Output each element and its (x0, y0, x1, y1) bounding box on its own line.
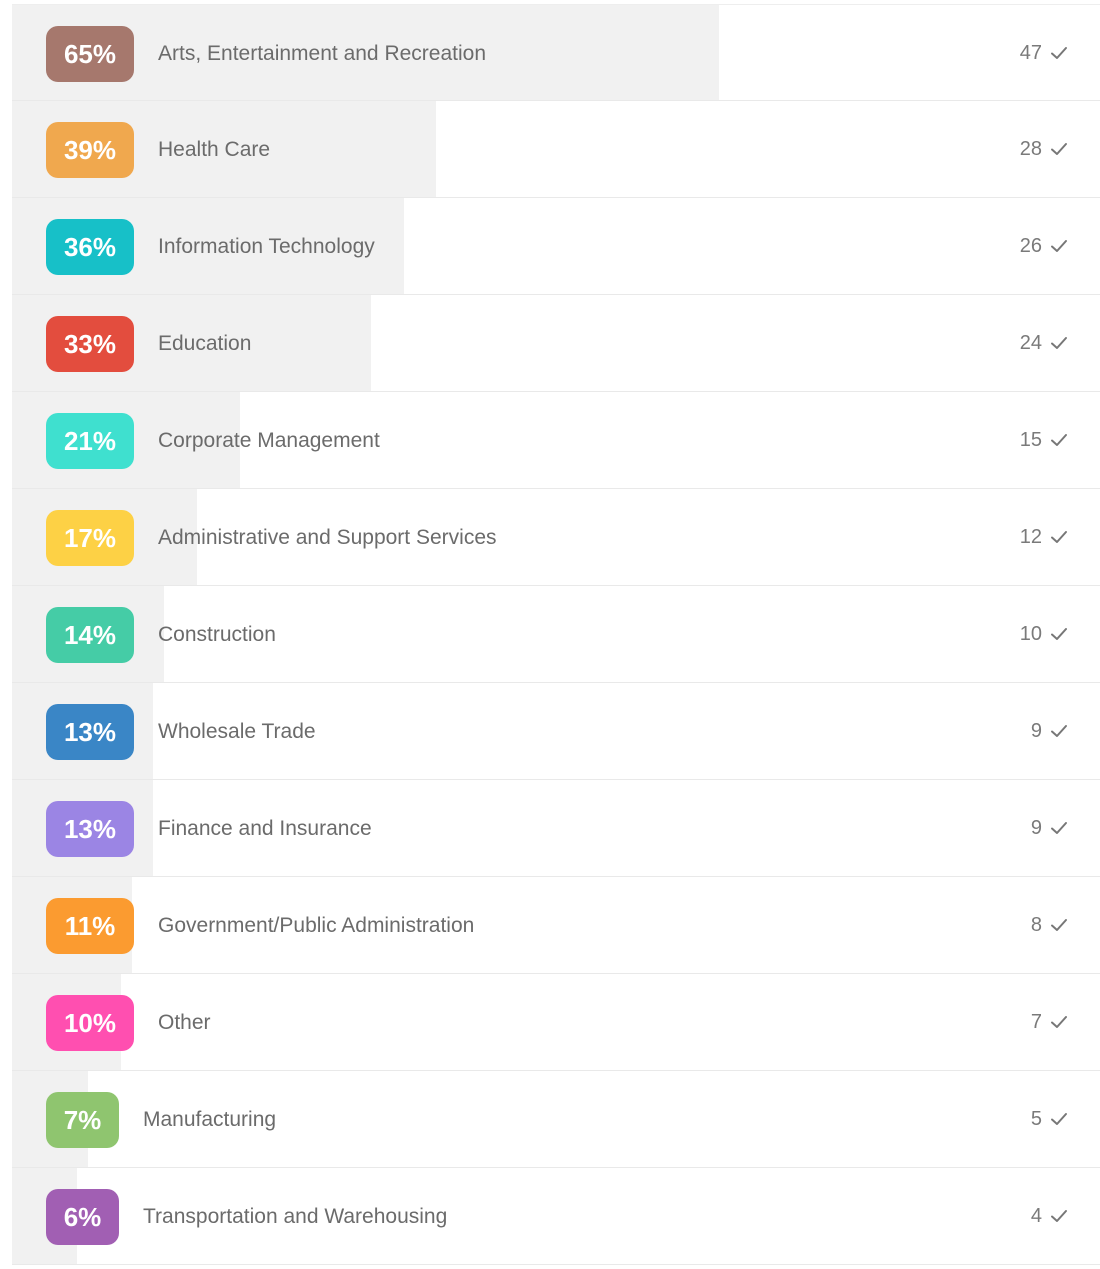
category-label: Transportation and Warehousing (143, 1205, 448, 1228)
count-label: 4 (1030, 1205, 1042, 1227)
bar-row: 6% Transportation and Warehousing 4 (12, 1168, 1100, 1265)
check-icon (1051, 725, 1067, 737)
check-icon (1051, 337, 1067, 349)
count-label: 12 (1019, 526, 1042, 548)
check-icon (1051, 143, 1067, 155)
category-label: Wholesale Trade (158, 720, 316, 743)
percent-badge: 14% (46, 607, 134, 663)
percent-badge: 13% (46, 801, 134, 857)
percent-badge: 11% (46, 898, 134, 954)
count-label: 15 (1019, 429, 1042, 451)
bar-row: 14% Construction 10 (12, 586, 1100, 683)
category-label: Construction (158, 623, 276, 646)
count-label: 10 (1019, 623, 1042, 645)
category-label: Education (158, 332, 252, 355)
bar-row: 10% Other 7 (12, 974, 1100, 1071)
percent-badge: 33% (46, 316, 134, 372)
percent-badge: 6% (46, 1189, 119, 1245)
check-icon (1051, 47, 1067, 59)
check-icon (1051, 822, 1067, 834)
check-icon (1051, 1016, 1067, 1028)
check-icon (1051, 628, 1067, 640)
count-label: 9 (1030, 817, 1042, 839)
bar-row: 36% Information Technology 26 (12, 198, 1100, 295)
count-label: 24 (1019, 332, 1042, 354)
percent-badge: 10% (46, 995, 134, 1051)
category-label: Information Technology (158, 235, 375, 258)
bar-row: 17% Administrative and Support Services 12 (12, 489, 1100, 586)
check-icon (1051, 919, 1067, 931)
percent-badge: 7% (46, 1092, 119, 1148)
count-label: 7 (1030, 1011, 1042, 1033)
percent-badge: 17% (46, 510, 134, 566)
check-icon (1051, 434, 1067, 446)
bar-row: 13% Wholesale Trade 9 (12, 683, 1100, 780)
percent-badge: 13% (46, 704, 134, 760)
count-label: 28 (1019, 138, 1042, 160)
count-label: 26 (1019, 235, 1042, 257)
check-icon (1051, 240, 1067, 252)
category-label: Manufacturing (143, 1108, 277, 1131)
percent-badge: 36% (46, 219, 134, 275)
category-label: Corporate Management (158, 429, 380, 452)
check-icon (1051, 531, 1067, 543)
percent-badge: 21% (46, 413, 134, 469)
bar-row: 21% Corporate Management 15 (12, 392, 1100, 489)
count-label: 9 (1030, 720, 1042, 742)
count-label: 5 (1030, 1108, 1042, 1130)
bar-row: 11% Government/Public Administration 8 (12, 877, 1100, 974)
bar-row: 39% Health Care 28 (12, 101, 1100, 198)
check-icon (1051, 1210, 1067, 1222)
check-icon (1051, 1113, 1067, 1125)
category-label: Other (158, 1011, 211, 1034)
bar-row: 13% Finance and Insurance 9 (12, 780, 1100, 877)
count-label: 47 (1019, 42, 1042, 64)
bar-row: 7% Manufacturing 5 (12, 1071, 1100, 1168)
category-label: Finance and Insurance (158, 817, 372, 840)
count-label: 8 (1030, 914, 1042, 936)
category-label: Arts, Entertainment and Recreation (158, 42, 487, 65)
chart: 65% Arts, Entertainment and Recreation 47 3… (12, 4, 1100, 1265)
category-label: Government/Public Administration (158, 914, 475, 937)
bar-row: 65% Arts, Entertainment and Recreation 47 (12, 4, 1100, 101)
percent-badge: 65% (46, 26, 134, 82)
category-label: Administrative and Support Services (158, 526, 497, 549)
bar-row: 33% Education 24 (12, 295, 1100, 392)
percent-badge: 39% (46, 122, 134, 178)
category-label: Health Care (158, 138, 271, 161)
